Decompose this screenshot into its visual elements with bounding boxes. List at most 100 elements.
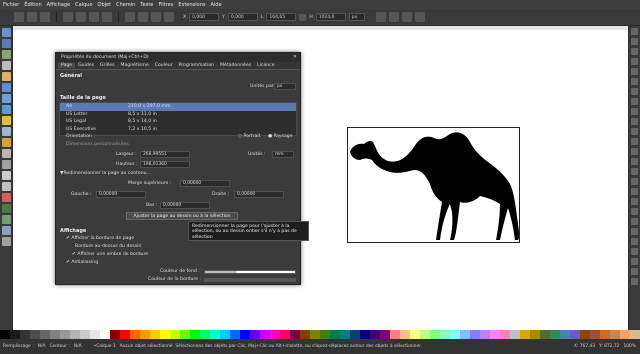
resize-expander[interactable]: ▼Redimensionner la page au contenu... <box>60 171 151 176</box>
zoom-selection-icon[interactable] <box>631 138 638 145</box>
swatch[interactable] <box>560 330 570 339</box>
flip-h-icon[interactable] <box>89 12 99 22</box>
open-icon[interactable] <box>631 38 638 45</box>
swatch[interactable] <box>330 330 340 339</box>
zoom-drawing-icon[interactable] <box>631 148 638 155</box>
swatch[interactable] <box>620 330 630 339</box>
align-icon[interactable] <box>631 258 638 265</box>
flip-v-icon[interactable] <box>102 12 112 22</box>
spiral-tool-icon[interactable] <box>2 127 11 136</box>
measure-tool-icon[interactable] <box>2 72 11 81</box>
y-field[interactable]: 0,000 <box>227 13 258 21</box>
preferences-icon[interactable] <box>631 268 638 275</box>
menu-3[interactable]: Calque <box>75 2 92 8</box>
margin-top-field[interactable]: 0,00000 <box>180 180 230 187</box>
layers-icon[interactable] <box>631 238 638 245</box>
swatch[interactable] <box>240 330 250 339</box>
close-icon[interactable]: ✕ <box>293 54 297 60</box>
zoom-tool-icon[interactable] <box>2 61 11 70</box>
star-tool-icon[interactable] <box>2 116 11 125</box>
swatch[interactable] <box>600 330 610 339</box>
swatch[interactable] <box>520 330 530 339</box>
tab-2[interactable]: Grilles <box>97 63 118 68</box>
move-pattern-icon[interactable] <box>414 12 425 22</box>
menu-6[interactable]: Texte <box>140 2 153 8</box>
swatch[interactable] <box>590 330 600 339</box>
swatch[interactable] <box>220 330 230 339</box>
swatch[interactable] <box>440 330 450 339</box>
swatch[interactable] <box>80 330 90 339</box>
swatch[interactable] <box>110 330 120 339</box>
swatch[interactable] <box>610 330 620 339</box>
tab-4[interactable]: Couleur <box>152 63 176 68</box>
zoom-field[interactable]: 100% <box>623 344 636 349</box>
eraser-tool-icon[interactable] <box>2 193 11 202</box>
fit-page-button[interactable]: Ajuster la page au dessin ou à la sélect… <box>126 212 238 220</box>
fill-value[interactable]: N/A <box>38 344 46 349</box>
swatch[interactable] <box>180 330 190 339</box>
calligraphy-tool-icon[interactable] <box>2 160 11 169</box>
stroke-value[interactable]: N/A <box>74 344 82 349</box>
swatch[interactable] <box>260 330 270 339</box>
swatch[interactable] <box>270 330 280 339</box>
swatch[interactable] <box>100 330 110 339</box>
swatch[interactable] <box>480 330 490 339</box>
swatch[interactable] <box>200 330 210 339</box>
swatch[interactable] <box>140 330 150 339</box>
units-select[interactable]: mm <box>272 151 294 158</box>
swatch[interactable] <box>20 330 30 339</box>
move-gradient-icon[interactable] <box>401 12 412 22</box>
show-shadow-checkbox[interactable]: ✔ Afficher une ombre de bordure <box>72 252 148 257</box>
tab-5[interactable]: Programmation <box>176 63 217 68</box>
menu-9[interactable]: Aide <box>211 2 222 8</box>
swatch[interactable] <box>120 330 130 339</box>
tab-7[interactable]: Licence <box>254 63 277 68</box>
dropper-tool-icon[interactable] <box>2 237 11 246</box>
new-doc-icon[interactable] <box>631 28 638 35</box>
page-size-row[interactable]: US Legal 8,5 x 14,0 in <box>60 118 296 126</box>
tab-3[interactable]: Magnétisme <box>118 63 152 68</box>
width-field[interactable]: 268,99551 <box>140 151 190 158</box>
h-field[interactable]: 1024,0 <box>315 13 346 21</box>
gradient-tool-icon[interactable] <box>2 215 11 224</box>
doc-properties-icon[interactable] <box>631 278 638 285</box>
export-icon[interactable] <box>631 78 638 85</box>
tab-0[interactable]: Page <box>58 63 76 68</box>
text-font-icon[interactable] <box>631 228 638 235</box>
selector-tool-icon[interactable] <box>2 28 11 37</box>
menu-8[interactable]: Extensions <box>178 2 205 8</box>
undo-icon[interactable] <box>631 88 638 95</box>
page-size-row[interactable]: A4 210,0 x 297,0 mm <box>60 103 296 111</box>
swatch[interactable] <box>390 330 400 339</box>
swatch[interactable] <box>540 330 550 339</box>
menu-0[interactable]: Fichier <box>3 2 19 8</box>
ellipse-tool-icon[interactable] <box>2 105 11 114</box>
node-tool-icon[interactable] <box>2 39 11 48</box>
swatch[interactable] <box>230 330 240 339</box>
print-icon[interactable] <box>631 58 638 65</box>
landscape-radio[interactable]: ● Paysage <box>268 134 293 139</box>
page-size-row[interactable]: US Letter 8,5 x 11,0 in <box>60 111 296 119</box>
menu-7[interactable]: Filtres <box>158 2 173 8</box>
swatch[interactable] <box>50 330 60 339</box>
clone-icon[interactable] <box>631 178 638 185</box>
swatch[interactable] <box>10 330 20 339</box>
swatch[interactable] <box>380 330 390 339</box>
rect-tool-icon[interactable] <box>2 83 11 92</box>
menu-2[interactable]: Affichage <box>47 2 71 8</box>
border-color-swatch[interactable] <box>204 278 296 282</box>
swatch[interactable] <box>320 330 330 339</box>
swatch[interactable] <box>30 330 40 339</box>
height-field[interactable]: 198,01360 <box>140 161 190 168</box>
tab-1[interactable]: Guides <box>75 63 97 68</box>
swatch[interactable] <box>340 330 350 339</box>
lower-bottom-icon[interactable] <box>164 12 174 22</box>
tweak-tool-icon[interactable] <box>2 50 11 59</box>
menu-5[interactable]: Chemin <box>116 2 135 8</box>
show-border-checkbox[interactable]: ✔ Afficher la bordure de page <box>66 236 134 241</box>
copy-icon[interactable] <box>631 108 638 115</box>
swatch[interactable] <box>500 330 510 339</box>
swatch[interactable] <box>450 330 460 339</box>
swatch[interactable] <box>130 330 140 339</box>
lock-icon[interactable] <box>299 13 307 21</box>
